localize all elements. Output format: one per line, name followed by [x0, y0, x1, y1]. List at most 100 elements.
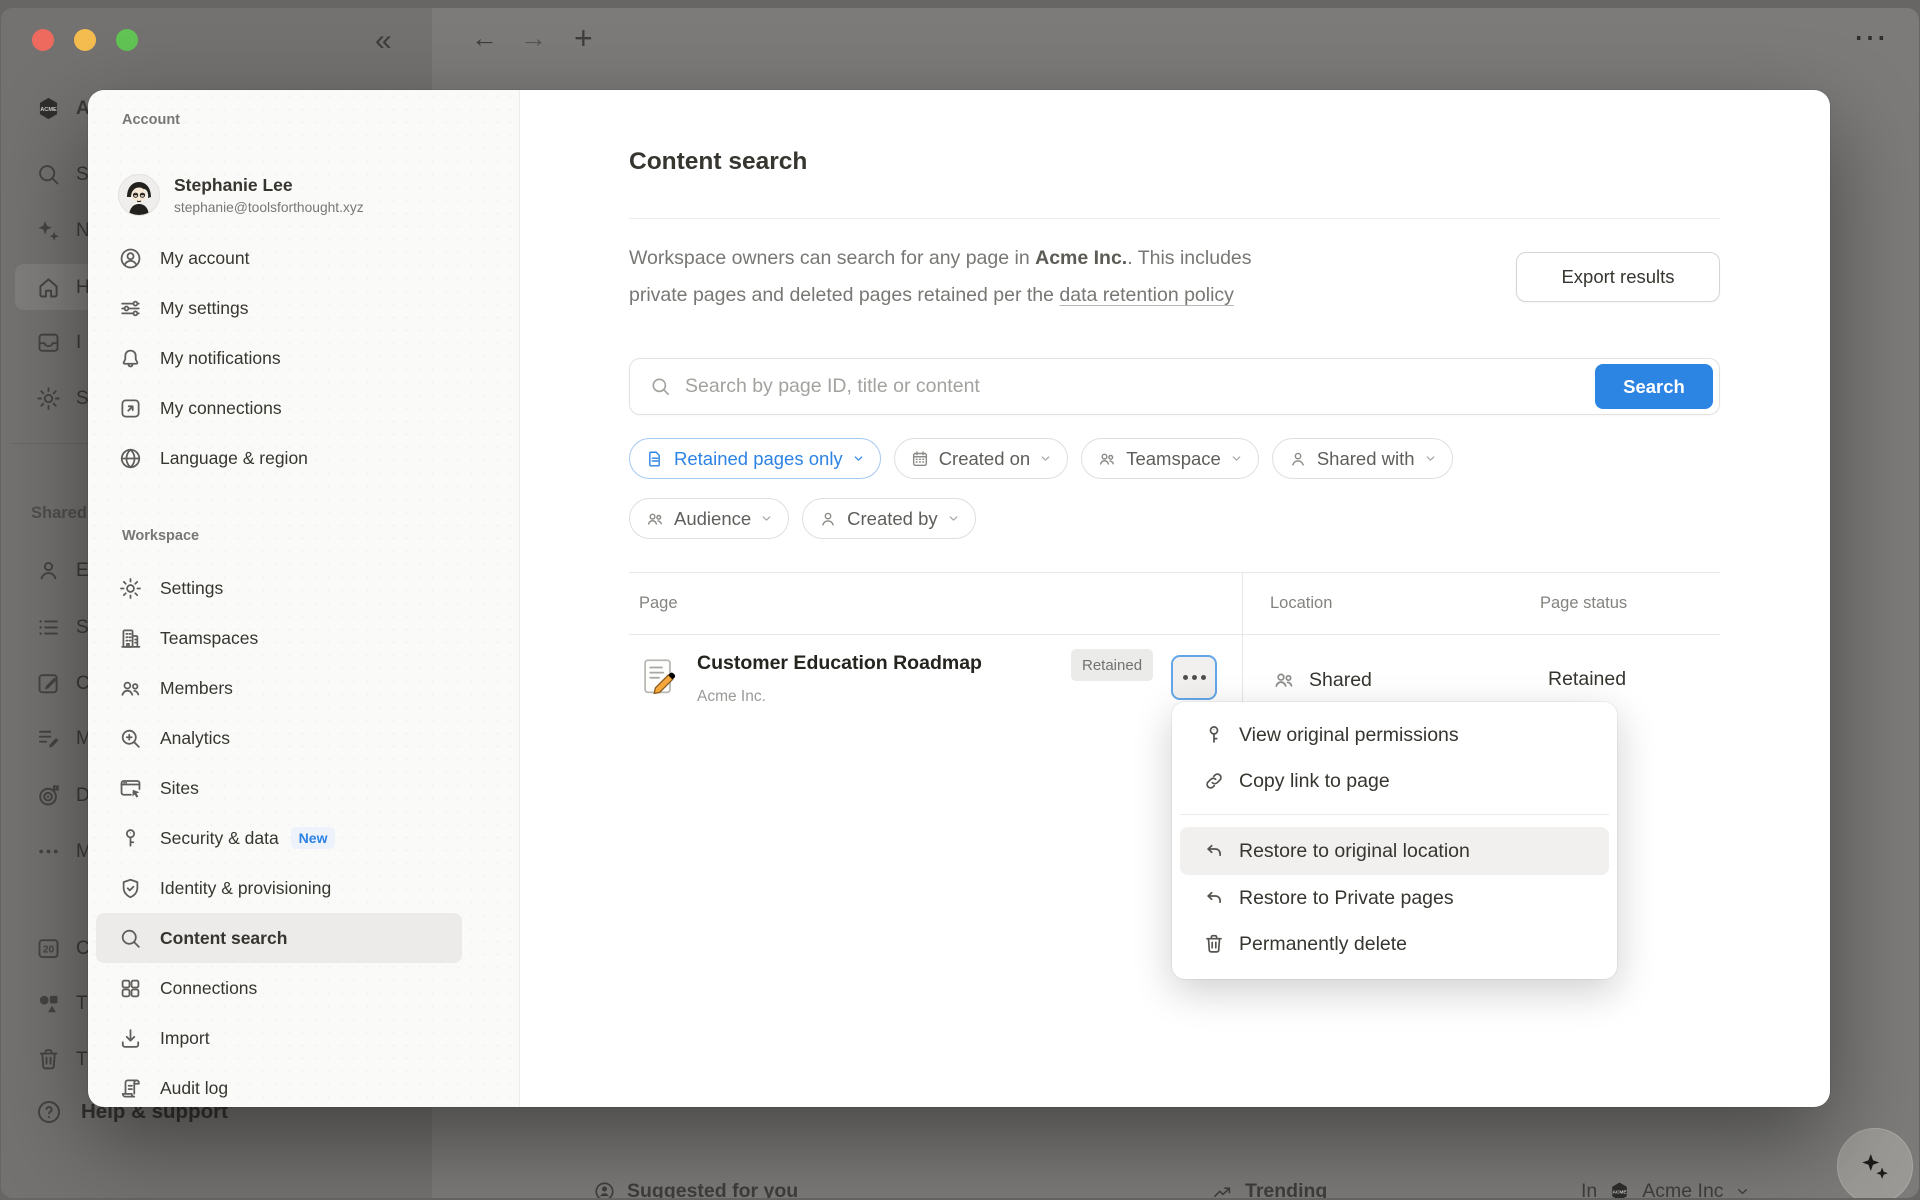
sidebar-item-templates[interactable]: T: [35, 990, 88, 1017]
chevron-down-icon: [852, 452, 865, 465]
tab-suggested-for-you[interactable]: Suggested for you: [593, 1180, 798, 1198]
person-icon: [818, 509, 838, 529]
sidebar-item-my-connections[interactable]: My connections: [96, 383, 462, 433]
table-top-border: [629, 572, 1720, 573]
chevron-down-icon: [947, 512, 960, 525]
sidebar-item-ai[interactable]: N: [35, 217, 90, 244]
ai-fab-button[interactable]: [1837, 1128, 1913, 1198]
new-tab-icon[interactable]: +: [574, 22, 593, 54]
sidebar-item-inbox[interactable]: I: [35, 329, 81, 356]
search-input[interactable]: Search by page ID, title or content: [685, 375, 1595, 398]
page-title: Content search: [629, 148, 807, 176]
search-button[interactable]: Search: [1595, 364, 1713, 409]
shared-section-label: Shared: [31, 504, 87, 523]
tab-trending[interactable]: Trending: [1211, 1180, 1327, 1198]
location-value: Shared: [1309, 669, 1372, 692]
data-retention-policy-link[interactable]: data retention policy: [1059, 284, 1234, 306]
row-context-menu: View original permissions Copy link to p…: [1172, 702, 1617, 979]
zoom-button[interactable]: [116, 29, 138, 51]
sidebar-page-item[interactable]: S: [35, 614, 89, 641]
account-user[interactable]: Stephanie Lee stephanie@toolsforthought.…: [118, 174, 364, 216]
sidebar-item-members[interactable]: Members: [96, 663, 462, 713]
minimize-button[interactable]: [74, 29, 96, 51]
link-icon: [1202, 769, 1226, 793]
page-title-cell[interactable]: Customer Education Roadmap: [697, 652, 982, 675]
sidebar-item-audit-log[interactable]: Audit log: [96, 1063, 462, 1107]
sidebar-page-item[interactable]: D: [35, 782, 90, 809]
menu-item-restore-original-location[interactable]: Restore to original location: [1180, 827, 1609, 875]
item-label: My connections: [160, 398, 282, 419]
sidebar-item-label: T: [76, 993, 88, 1015]
suggested-icon: [593, 1180, 616, 1198]
sidebar-item-my-notifications[interactable]: My notifications: [96, 333, 462, 383]
filter-teamspace[interactable]: Teamspace: [1081, 438, 1259, 479]
sidebar-item-import[interactable]: Import: [96, 1013, 462, 1063]
window-more-icon[interactable]: ⋯: [1853, 21, 1889, 55]
gear-icon: [35, 385, 62, 412]
people-icon: [1097, 449, 1117, 469]
back-icon[interactable]: ←: [471, 25, 498, 52]
sidebar-item-trash[interactable]: T: [35, 1046, 88, 1073]
sidebar-item-connections[interactable]: Connections: [96, 963, 462, 1013]
sidebar-item-my-settings[interactable]: My settings: [96, 283, 462, 333]
sidebar-item-calendar[interactable]: C: [35, 935, 90, 962]
memo-page-icon: [641, 658, 677, 696]
filter-created-by[interactable]: Created by: [802, 498, 976, 539]
menu-item-view-original-permissions[interactable]: View original permissions: [1180, 712, 1609, 758]
forward-icon[interactable]: →: [520, 25, 547, 52]
sidebar-item-sites[interactable]: Sites: [96, 763, 462, 813]
sidebar-teamspace-item[interactable]: E: [35, 557, 89, 584]
sliders-icon: [118, 296, 143, 321]
filter-retained-pages-only[interactable]: Retained pages only: [629, 438, 881, 479]
export-results-button[interactable]: Export results: [1516, 252, 1720, 302]
item-label: Members: [160, 678, 233, 699]
search-bar[interactable]: Search by page ID, title or content Sear…: [629, 358, 1720, 415]
sidebar-item-language-region[interactable]: Language & region: [96, 433, 462, 483]
ellipsis-icon: [35, 838, 62, 865]
filter-audience[interactable]: Audience: [629, 498, 789, 539]
sidebar-item-content-search[interactable]: Content search: [96, 913, 462, 963]
sidebar-item-search[interactable]: S: [35, 161, 89, 188]
chevron-down-icon: [1039, 452, 1052, 465]
acme-hexagon-icon: [1608, 1180, 1631, 1198]
sidebar-item-ws-settings[interactable]: Settings: [96, 563, 462, 613]
search-icon: [649, 375, 672, 398]
sidebar-page-item[interactable]: M: [35, 725, 92, 752]
filter-created-on[interactable]: Created on: [894, 438, 1069, 479]
sidebar-item-label: S: [76, 164, 89, 186]
filter-label: Created by: [847, 508, 938, 530]
sidebar-item-home[interactable]: H: [35, 274, 90, 301]
menu-item-permanently-delete[interactable]: Permanently delete: [1180, 921, 1609, 967]
column-header-page: Page: [639, 594, 678, 613]
item-label: Connections: [160, 978, 257, 999]
workspace-switcher[interactable]: A: [35, 95, 90, 122]
row-more-button[interactable]: [1171, 655, 1217, 700]
item-label: Settings: [160, 578, 223, 599]
globe-icon: [118, 446, 143, 471]
item-label: Import: [160, 1028, 210, 1049]
sidebar-item-analytics[interactable]: Analytics: [96, 713, 462, 763]
people-icon: [118, 676, 143, 701]
workspace-filter[interactable]: In Acme Inc: [1581, 1180, 1750, 1198]
sidebar-item-my-account[interactable]: My account: [96, 233, 462, 283]
filter-label: Teamspace: [1126, 448, 1221, 470]
page-status-cell: Retained: [1548, 668, 1626, 691]
sidebar-item-label: E: [76, 560, 89, 582]
sidebar-more-item[interactable]: M: [35, 838, 92, 865]
menu-item-copy-link[interactable]: Copy link to page: [1180, 758, 1609, 804]
calendar-icon: [910, 449, 930, 469]
sidebar-item-security-data[interactable]: Security & data New: [96, 813, 462, 863]
sidebar-page-item[interactable]: C: [35, 670, 90, 697]
traffic-lights: [32, 29, 138, 51]
filter-shared-with[interactable]: Shared with: [1272, 438, 1453, 479]
menu-item-restore-private-pages[interactable]: Restore to Private pages: [1180, 875, 1609, 921]
close-button[interactable]: [32, 29, 54, 51]
sidebar-item-settings[interactable]: S: [35, 385, 89, 412]
tab-label: Trending: [1245, 1180, 1327, 1198]
sidebar-item-identity-provisioning[interactable]: Identity & provisioning: [96, 863, 462, 913]
chevron-down-icon: [1735, 1184, 1750, 1198]
trash-icon: [1202, 932, 1226, 956]
sidebar-item-teamspaces[interactable]: Teamspaces: [96, 613, 462, 663]
sidebar-collapse-icon[interactable]: «: [375, 26, 392, 56]
filter-label: Audience: [674, 508, 751, 530]
